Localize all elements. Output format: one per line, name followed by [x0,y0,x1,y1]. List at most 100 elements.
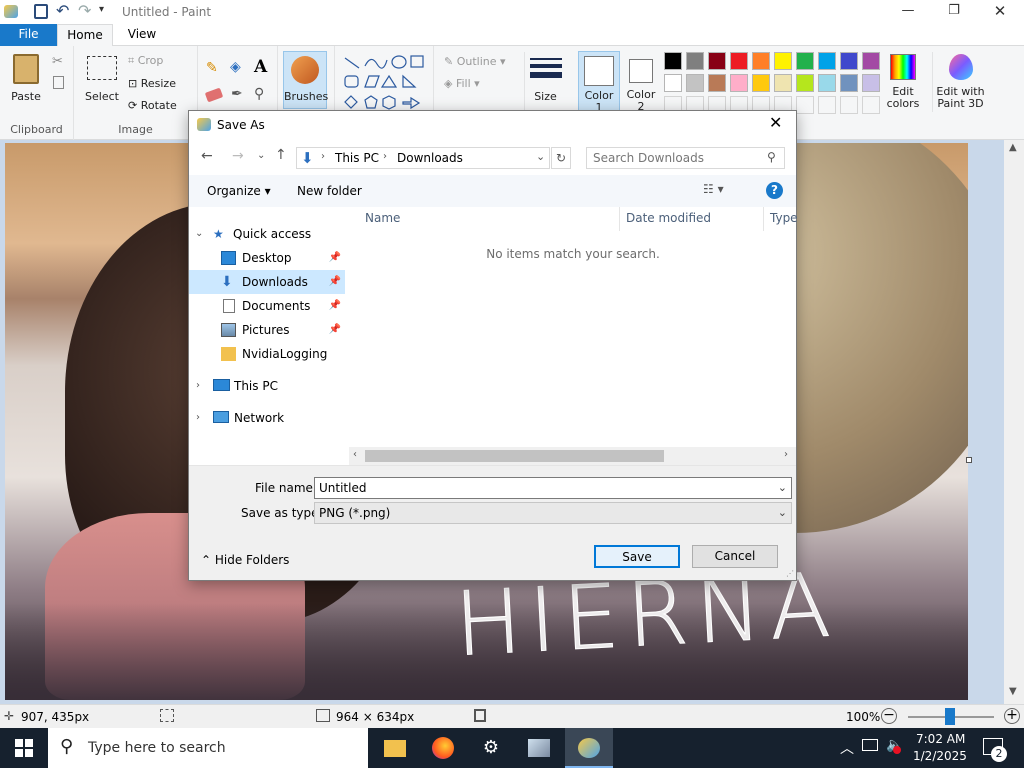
maximize-icon[interactable]: ❐ [931,0,977,24]
brushes-button[interactable]: Brushes [283,51,328,109]
edit-colors-button[interactable]: Edit colors [884,52,922,112]
show-hidden-icons-icon[interactable]: ︿ [840,738,854,758]
file-explorer-taskbar-icon[interactable] [371,728,419,768]
canvas-resize-handle[interactable] [966,457,972,463]
scroll-right-icon[interactable]: › [784,449,788,460]
firefox-taskbar-icon[interactable] [419,728,467,768]
help-icon[interactable]: ? [766,182,783,199]
network-tray-icon[interactable] [862,739,878,751]
custom-color-swatch[interactable] [862,96,880,114]
scroll-thumb[interactable] [365,450,664,462]
vertical-scrollbar[interactable]: ▲ ▼ [1004,140,1024,704]
eraser-icon[interactable] [204,87,224,103]
zoom-out-icon[interactable]: − [881,708,897,724]
expand-arrow-icon[interactable]: › [196,374,200,398]
palette-swatch[interactable] [796,74,814,92]
tab-view[interactable]: View [114,24,170,46]
up-arrow-icon[interactable]: ↑ [275,147,287,163]
photos-taskbar-icon[interactable] [515,728,563,768]
nav-this-pc[interactable]: › This PC [189,374,345,398]
address-dropdown-icon[interactable]: ⌄ [536,150,545,163]
back-arrow-icon[interactable]: ← [201,148,213,164]
new-folder-button[interactable]: New folder [297,184,362,198]
palette-swatch[interactable] [818,52,836,70]
view-options-icon[interactable]: ☷ ▾ [703,182,724,196]
organize-button[interactable]: Organize ▾ [207,184,271,198]
nav-downloads[interactable]: ⬇ Downloads 📌 [189,270,345,294]
custom-color-swatch[interactable] [796,96,814,114]
tab-file[interactable]: File [0,24,57,46]
rotate-button[interactable]: ⟳ Rotate [128,99,177,112]
palette-swatch[interactable] [686,52,704,70]
palette-swatch[interactable] [862,52,880,70]
palette-swatch[interactable] [818,74,836,92]
clock-time[interactable]: 7:02 AM [916,732,965,746]
zoom-in-icon[interactable]: + [1004,708,1020,724]
scroll-up-icon[interactable]: ▲ [1009,142,1017,153]
fill-dropdown[interactable]: ◈ Fill ▾ [444,77,480,90]
expand-arrow-icon[interactable]: › [196,406,200,430]
palette-swatch[interactable] [774,74,792,92]
refresh-icon[interactable]: ↻ [551,147,571,169]
taskbar-search-box[interactable]: ⚲ Type here to search [48,728,368,768]
pin-icon[interactable]: 📌 [329,246,341,270]
scroll-left-icon[interactable]: ‹ [353,449,357,460]
color1-button[interactable]: Color 1 [578,51,620,114]
recent-locations-icon[interactable]: ⌄ [257,150,265,161]
magnifier-icon[interactable]: ⚲ [254,86,264,102]
edit-with-paint3d-button[interactable]: Edit with Paint 3D [932,52,988,112]
undo-icon[interactable]: ↶ [56,1,69,20]
nav-pictures[interactable]: Pictures 📌 [189,318,345,342]
palette-swatch[interactable] [664,52,682,70]
zoom-slider-thumb[interactable] [945,708,955,725]
address-bar[interactable]: ⬇ › This PC › Downloads ⌄ [296,147,550,169]
resize-grip-icon[interactable]: ⋰ [786,569,794,578]
cancel-button[interactable]: Cancel [692,545,778,568]
nav-nvidialogging[interactable]: NvidiaLogging [189,342,345,366]
palette-swatch[interactable] [708,52,726,70]
save-button[interactable]: Save [594,545,680,568]
horizontal-scrollbar[interactable]: ‹ › [349,447,796,465]
settings-taskbar-icon[interactable]: ⚙ [467,728,515,768]
cut-icon[interactable]: ✂ [52,54,63,69]
minimize-icon[interactable]: — [885,0,931,24]
copy-icon[interactable] [53,76,64,89]
redo-icon[interactable]: ↷ [78,1,91,20]
palette-swatch[interactable] [840,52,858,70]
customize-toolbar-icon[interactable]: ▾ [99,4,104,15]
nav-quick-access[interactable]: ⌄ ★ Quick access [189,222,345,246]
save-type-dropdown-icon[interactable]: ⌄ [778,503,787,523]
paint-taskbar-icon[interactable] [565,728,613,768]
pencil-icon[interactable]: ✎ [206,60,218,76]
nav-documents[interactable]: Documents 📌 [189,294,345,318]
scroll-down-icon[interactable]: ▼ [1009,686,1017,697]
column-name[interactable]: Name [365,207,400,229]
breadcrumb-this-pc[interactable]: This PC [335,151,379,165]
outline-dropdown[interactable]: ✎ Outline ▾ [444,55,506,68]
nav-desktop[interactable]: Desktop 📌 [189,246,345,270]
save-as-type-select[interactable]: PNG (*.png) ⌄ [314,502,792,524]
custom-color-swatch[interactable] [840,96,858,114]
palette-swatch[interactable] [840,74,858,92]
custom-color-swatch[interactable] [818,96,836,114]
palette-swatch[interactable] [730,74,748,92]
tab-home[interactable]: Home [57,24,113,47]
size-button[interactable]: Size [524,52,566,110]
fill-bucket-icon[interactable]: ◈ [230,59,241,75]
nav-network[interactable]: › Network [189,406,345,430]
color-picker-icon[interactable]: ✒ [231,86,243,102]
palette-swatch[interactable] [664,74,682,92]
save-icon[interactable] [34,4,48,19]
column-type[interactable]: Type [770,207,798,229]
forward-arrow-icon[interactable]: → [232,148,244,164]
file-name-dropdown-icon[interactable]: ⌄ [778,478,787,498]
resize-button[interactable]: ⊡ Resize [128,77,176,90]
clock-date[interactable]: 1/2/2025 [913,749,967,763]
palette-swatch[interactable] [774,52,792,70]
hide-folders-button[interactable]: ⌃ Hide Folders [201,553,289,567]
paste-button[interactable]: Paste [6,52,46,110]
palette-swatch[interactable] [796,52,814,70]
column-date-modified[interactable]: Date modified [626,207,711,229]
dialog-close-icon[interactable]: ✕ [769,113,782,132]
expand-chevron-icon[interactable]: ⌄ [195,222,203,246]
